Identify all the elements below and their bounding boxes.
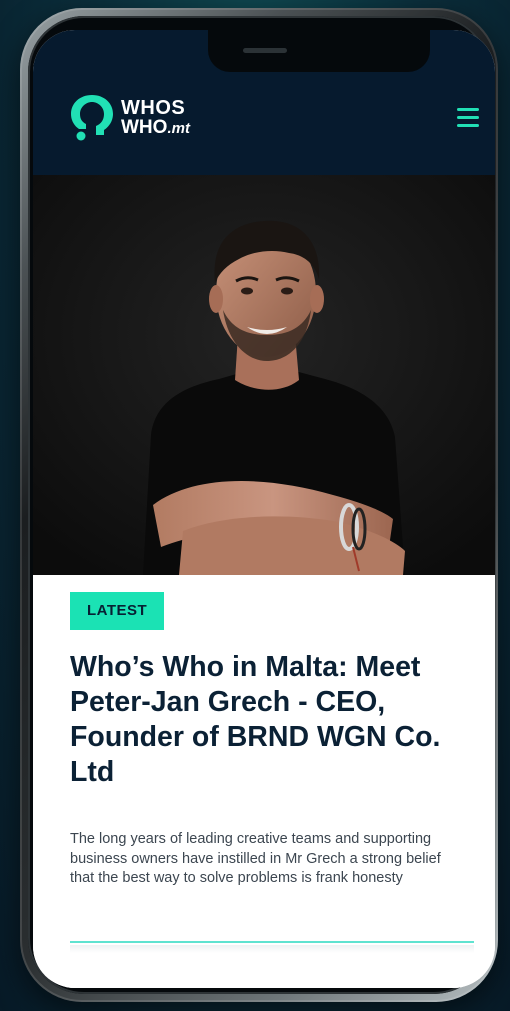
logo-suffix: .mt — [167, 119, 190, 137]
phone-screen: WHOS WHO.mt LATEST Who’s Who in Malta: M… — [33, 30, 495, 988]
site-logo[interactable]: WHOS WHO.mt — [71, 95, 190, 141]
logo-line-1: WHOS — [121, 96, 186, 119]
phone-speaker — [243, 48, 287, 53]
article-excerpt: The long years of leading creative teams… — [70, 831, 441, 886]
portrait-illustration — [33, 175, 495, 575]
mockup-stage: WHOS WHO.mt LATEST Who’s Who in Malta: M… — [0, 0, 510, 1011]
article-divider — [70, 941, 474, 943]
phone-notch — [208, 30, 430, 72]
next-card-edge — [70, 945, 474, 953]
hamburger-menu-icon[interactable] — [457, 108, 479, 128]
logo-wordmark: WHOS WHO.mt — [121, 96, 190, 138]
article-card[interactable]: LATEST Who’s Who in Malta: Meet Peter-Ja… — [33, 575, 495, 988]
logo-line-2: WHO.mt — [121, 118, 190, 138]
logo-mark-icon — [71, 95, 113, 141]
hero-portrait-image — [33, 175, 495, 575]
latest-badge: LATEST — [70, 592, 165, 630]
article-title[interactable]: Who’s Who in Malta: Meet Peter-Jan Grech… — [70, 650, 470, 790]
logo-line-2-text: WHO — [121, 116, 168, 138]
